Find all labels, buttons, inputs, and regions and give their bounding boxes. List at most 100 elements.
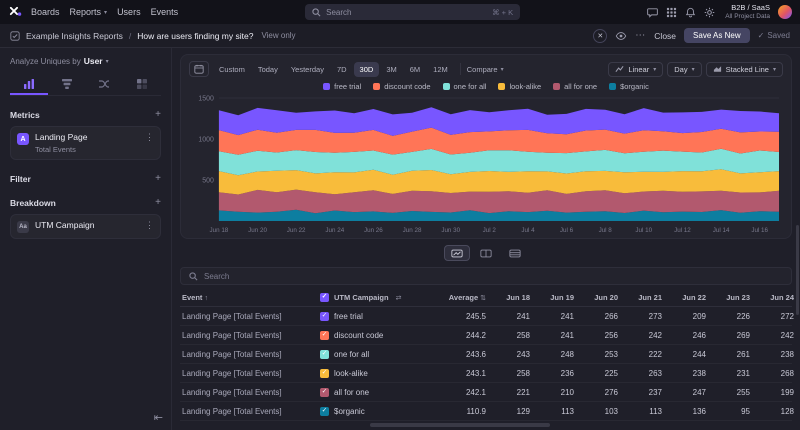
range-30d[interactable]: 30D [354, 62, 380, 77]
nav-item-users[interactable]: Users [117, 7, 141, 17]
table-row[interactable]: Landing Page [Total Events]✓all for one2… [180, 383, 792, 402]
tab-retention[interactable] [123, 74, 161, 95]
metric-item[interactable]: A Landing Page Total Events ⋮ [10, 126, 161, 160]
table-row[interactable]: Landing Page [Total Events]✓one for all2… [180, 345, 792, 364]
kebab-menu-icon[interactable]: ⋮ [145, 132, 154, 143]
nav-item-boards[interactable]: Boards [31, 7, 60, 17]
nav-item-events[interactable]: Events [151, 7, 179, 17]
column-header-date[interactable]: Jun 24 [750, 293, 794, 302]
legend-item[interactable]: look-alike [498, 82, 541, 91]
legend-label: all for one [564, 82, 597, 91]
column-header-event[interactable]: Event↑ [180, 293, 320, 302]
value-cell: 129 [486, 407, 530, 416]
breadcrumb[interactable]: Example Insights Reports [26, 31, 123, 41]
date-range-controls: CustomTodayYesterday7D30D3M6M12M Compare… [189, 61, 783, 77]
feedback-icon[interactable] [647, 7, 658, 18]
column-header-date[interactable]: Jun 22 [662, 293, 706, 302]
granularity-dropdown[interactable]: Day ▾ [667, 62, 701, 77]
series-checkbox[interactable]: ✓ [320, 331, 329, 340]
breakdown-item[interactable]: Aa UTM Campaign ⋮ [10, 214, 161, 239]
column-header-date[interactable]: Jun 21 [618, 293, 662, 302]
save-as-new-button[interactable]: Save As New [684, 28, 750, 43]
metric-type-tabs [10, 74, 161, 96]
creator-avatar[interactable]: ✕ [593, 29, 607, 43]
project-switcher[interactable]: B2B / SaaS All Project Data [725, 4, 770, 20]
range-3m[interactable]: 3M [380, 62, 402, 77]
table-view-toggle[interactable] [502, 245, 528, 261]
table-row[interactable]: Landing Page [Total Events]✓look-alike24… [180, 364, 792, 383]
apps-grid-icon[interactable] [666, 7, 677, 18]
metric-subtitle[interactable]: Total Events [35, 145, 87, 154]
nav-item-reports[interactable]: Reports▾ [70, 7, 108, 17]
series-checkbox[interactable]: ✓ [320, 369, 329, 378]
series-cell: ✓all for one [320, 388, 432, 397]
chart-type-dropdown[interactable]: Stacked Line ▾ [706, 62, 783, 77]
split-view-toggle[interactable] [473, 245, 499, 261]
global-search[interactable]: Search ⌘ + K [305, 4, 520, 20]
value-cell: 225 [574, 369, 618, 378]
column-header-average[interactable]: Average⇅ [432, 293, 486, 302]
range-yesterday[interactable]: Yesterday [285, 62, 330, 77]
tab-insights[interactable] [10, 74, 48, 95]
swap-sort-icon: ⇄ [396, 294, 402, 302]
range-today[interactable]: Today [252, 62, 284, 77]
column-header-date[interactable]: Jun 18 [486, 293, 530, 302]
tab-funnels[interactable] [48, 74, 86, 95]
table-search[interactable] [180, 267, 792, 285]
column-header-date[interactable]: Jun 19 [530, 293, 574, 302]
average-cell: 244.2 [432, 331, 486, 340]
horizontal-scrollbar[interactable] [370, 423, 550, 427]
chevron-down-icon: ▾ [106, 58, 109, 65]
stacked-area-chart[interactable]: 50010001500Jun 18Jun 20Jun 22Jun 24Jun 2… [189, 92, 783, 236]
primary-nav: Boards Reports▾ Users Events [31, 7, 178, 17]
more-menu-icon[interactable]: ⋯ [635, 30, 646, 41]
select-all-checkbox[interactable]: ✓ [320, 293, 329, 302]
column-header-date[interactable]: Jun 23 [706, 293, 750, 302]
add-breakdown-button[interactable]: + [155, 197, 161, 208]
column-header-date[interactable]: Jun 20 [574, 293, 618, 302]
user-avatar[interactable] [778, 5, 792, 19]
tab-flows[interactable] [86, 74, 124, 95]
series-checkbox[interactable]: ✓ [320, 388, 329, 397]
legend-item[interactable]: discount code [373, 82, 430, 91]
legend-item[interactable]: $organic [609, 82, 649, 91]
table-search-input[interactable] [204, 272, 404, 281]
legend-label: $organic [620, 82, 649, 91]
kebab-menu-icon[interactable]: ⋮ [145, 220, 154, 231]
compare-dropdown[interactable]: Compare ▾ [467, 65, 504, 74]
collapse-sidebar-icon[interactable]: ⇤ [154, 413, 163, 424]
column-header-utm[interactable]: ✓ UTM Campaign ⇄ [320, 293, 432, 302]
legend-item[interactable]: one for all [443, 82, 487, 91]
range-7d[interactable]: 7D [331, 62, 353, 77]
mixpanel-logo[interactable] [8, 5, 22, 19]
range-6m[interactable]: 6M [404, 62, 426, 77]
close-button[interactable]: Close [654, 31, 676, 41]
legend-item[interactable]: all for one [553, 82, 597, 91]
bell-icon[interactable] [685, 7, 696, 18]
calendar-icon[interactable] [189, 61, 209, 77]
add-metric-button[interactable]: + [155, 109, 161, 120]
value-scale-dropdown[interactable]: Linear ▾ [608, 62, 663, 77]
vertical-scrollbar[interactable] [796, 225, 799, 315]
series-checkbox[interactable]: ✓ [320, 407, 329, 416]
analyze-uniques-dropdown[interactable]: Analyze Uniques by User ▾ [10, 56, 161, 66]
eye-icon[interactable] [615, 30, 627, 42]
table-row[interactable]: Landing Page [Total Events]✓free trial24… [180, 307, 792, 326]
series-checkbox[interactable]: ✓ [320, 350, 329, 359]
range-12m[interactable]: 12M [427, 62, 454, 77]
value-cell: 247 [662, 388, 706, 397]
chart-view-toggle[interactable] [444, 245, 470, 261]
table-row[interactable]: Landing Page [Total Events]✓discount cod… [180, 326, 792, 345]
value-cell: 113 [530, 407, 574, 416]
table-row[interactable]: Landing Page [Total Events]✓$organic110.… [180, 402, 792, 421]
value-cell: 237 [618, 388, 662, 397]
gear-icon[interactable] [704, 7, 715, 18]
series-checkbox[interactable]: ✓ [320, 312, 329, 321]
legend-item[interactable]: free trial [323, 82, 361, 91]
svg-text:Jul 6: Jul 6 [560, 227, 574, 234]
add-filter-button[interactable]: + [155, 173, 161, 184]
divider [460, 63, 461, 75]
range-custom[interactable]: Custom [213, 62, 251, 77]
project-subtitle: All Project Data [725, 13, 770, 20]
event-cell: Landing Page [Total Events] [180, 331, 320, 340]
